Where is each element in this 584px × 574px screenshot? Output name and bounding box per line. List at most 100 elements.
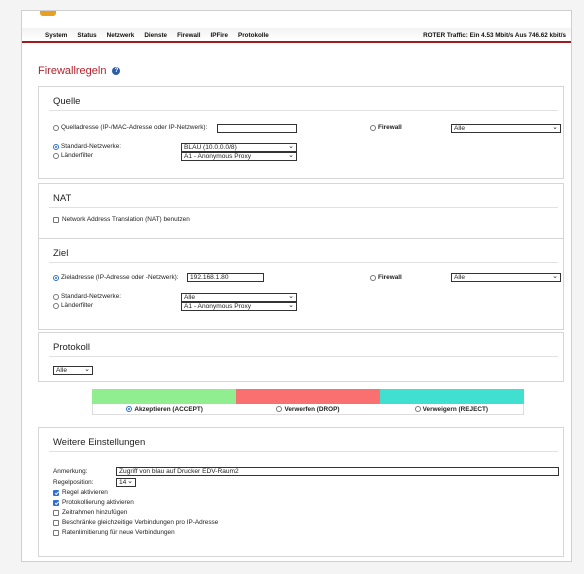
action-color-bar — [92, 389, 524, 404]
accept-color-band — [92, 389, 236, 404]
divider — [49, 262, 558, 263]
source-address-option[interactable]: Quelladresse (IP-/MAC-Adresse oder IP-Ne… — [53, 124, 207, 131]
radio-selected-icon[interactable] — [53, 143, 59, 150]
country-filter-option[interactable]: Länderfilter — [53, 152, 93, 159]
menu-item-firewall[interactable]: Firewall — [177, 32, 200, 39]
target-address-option[interactable]: Zieladresse (IP-Adresse oder -Netzwerk): — [53, 274, 179, 281]
radio-selected-icon[interactable] — [126, 406, 133, 412]
top-navigation: System Status Netzwerk Dienste Firewall … — [22, 11, 571, 43]
select-value: A1 - Anonymous Proxy — [184, 303, 252, 310]
position-select[interactable]: 14 ⌄ — [116, 478, 136, 487]
radio-icon[interactable] — [53, 302, 59, 309]
radio-icon[interactable] — [53, 124, 59, 131]
target-address-label: Zieladresse (IP-Adresse oder -Netzwerk): — [61, 274, 179, 281]
option-label: Protokollierung aktivieren — [62, 499, 134, 506]
source-panel: Quelle Quelladresse (IP-/MAC-Adresse ode… — [38, 86, 564, 179]
target-standard-networks-select[interactable]: Alle ⌄ — [181, 293, 297, 302]
accept-option[interactable]: Akzeptieren (ACCEPT) — [93, 404, 236, 414]
target-firewall-label: Firewall — [378, 274, 402, 281]
source-address-input[interactable] — [217, 124, 297, 133]
checkbox-checked-icon[interactable] — [53, 489, 59, 496]
advanced-settings-title: Weitere Einstellungen — [53, 437, 146, 448]
radio-icon[interactable] — [276, 406, 283, 412]
select-value: 14 — [119, 479, 127, 486]
protocol-panel: Protokoll Alle ⌄ — [38, 332, 564, 382]
menu-item-ipfire[interactable]: IPFire — [211, 32, 229, 39]
nat-option[interactable]: Network Address Translation (NAT) benutz… — [53, 216, 190, 223]
source-firewall-select[interactable]: Alle ⌄ — [451, 124, 561, 133]
radio-icon[interactable] — [370, 124, 376, 131]
target-address-input[interactable]: 192.168.1.80 — [187, 273, 264, 282]
traffic-status: ROTER Traffic: Ein 4.53 Mbit/s Aus 746.6… — [423, 32, 566, 39]
main-menu: System Status Netzwerk Dienste Firewall … — [45, 32, 279, 39]
chevron-down-icon: ⌄ — [288, 152, 294, 159]
page-title: Firewallregeln — [38, 65, 107, 77]
select-value: Alle — [454, 274, 465, 281]
menu-item-dienste[interactable]: Dienste — [144, 32, 167, 39]
checkbox-icon[interactable] — [53, 529, 59, 536]
reject-label: Verweigern (REJECT) — [422, 405, 488, 413]
standard-networks-label: Standard-Netzwerke: — [61, 143, 122, 150]
nat-panel: NAT Network Address Translation (NAT) be… — [38, 183, 564, 240]
reject-color-band — [380, 389, 524, 404]
drop-label: Verwerfen (DROP) — [284, 405, 340, 413]
help-icon[interactable]: ? — [112, 67, 121, 75]
reject-option[interactable]: Verweigern (REJECT) — [380, 404, 523, 414]
menu-item-status[interactable]: Status — [77, 32, 96, 39]
target-country-filter-label: Länderfilter — [61, 302, 93, 309]
menu-item-system[interactable]: System — [45, 32, 67, 39]
drop-option[interactable]: Verwerfen (DROP) — [236, 404, 379, 414]
option-label: Regel aktivieren — [62, 489, 108, 496]
divider — [49, 207, 558, 208]
nat-label: Network Address Translation (NAT) benutz… — [62, 216, 190, 223]
standard-networks-option[interactable]: Standard-Netzwerke: — [53, 143, 121, 150]
radio-icon[interactable] — [414, 406, 421, 412]
option-enable-rule[interactable]: Regel aktivieren — [53, 489, 108, 496]
target-country-filter-select[interactable]: A1 - Anonymous Proxy ⌄ — [181, 302, 297, 311]
protocol-select[interactable]: Alle ⌄ — [53, 366, 93, 375]
accept-label: Akzeptieren (ACCEPT) — [134, 405, 203, 413]
source-address-label: Quelladresse (IP-/MAC-Adresse oder IP-Ne… — [61, 124, 208, 131]
target-firewall-option[interactable]: Firewall — [370, 274, 402, 281]
source-panel-title: Quelle — [53, 96, 81, 107]
checkbox-icon[interactable] — [53, 216, 59, 223]
option-timeframe[interactable]: Zeitrahmen hinzufügen — [53, 509, 127, 516]
chevron-down-icon: ⌄ — [288, 143, 294, 150]
menu-item-protokolle[interactable]: Protokolle — [238, 32, 269, 39]
radio-icon[interactable] — [53, 293, 59, 300]
chevron-down-icon: ⌄ — [127, 478, 133, 485]
remark-label: Anmerkung: — [53, 468, 88, 475]
option-connection-limit[interactable]: Beschränke gleichzeitige Verbindungen pr… — [53, 519, 218, 526]
radio-icon[interactable] — [370, 274, 376, 281]
position-label: Regelposition: — [53, 479, 94, 486]
option-label: Zeitrahmen hinzufügen — [62, 509, 128, 516]
page-title-wrap: Firewallregeln ? — [38, 65, 121, 77]
remark-input[interactable]: Zugriff von blau auf Drucker EDV-Raum2 — [116, 467, 559, 476]
country-filter-select[interactable]: A1 - Anonymous Proxy ⌄ — [181, 152, 297, 161]
chevron-down-icon: ⌄ — [288, 302, 294, 309]
target-firewall-select[interactable]: Alle ⌄ — [451, 273, 561, 282]
checkbox-checked-icon[interactable] — [53, 499, 59, 506]
select-value: A1 - Anonymous Proxy — [184, 153, 252, 160]
source-firewall-option[interactable]: Firewall — [370, 124, 402, 131]
target-country-filter-option[interactable]: Länderfilter — [53, 302, 93, 309]
chevron-down-icon: ⌄ — [84, 366, 90, 373]
checkbox-icon[interactable] — [53, 519, 59, 526]
target-standard-networks-label: Standard-Netzwerke: — [61, 293, 122, 300]
menu-item-netzwerk[interactable]: Netzwerk — [107, 32, 135, 39]
divider — [49, 451, 558, 452]
browser-frame: System Status Netzwerk Dienste Firewall … — [21, 10, 572, 562]
divider — [49, 356, 558, 357]
radio-selected-icon[interactable] — [53, 274, 59, 281]
radio-icon[interactable] — [53, 152, 59, 159]
checkbox-icon[interactable] — [53, 509, 59, 516]
protocol-panel-title: Protokoll — [53, 342, 90, 353]
standard-networks-select[interactable]: BLAU (10.0.0.0/8) ⌄ — [181, 143, 297, 152]
chevron-down-icon: ⌄ — [552, 273, 558, 280]
drop-color-band — [236, 389, 380, 404]
option-enable-logging[interactable]: Protokollierung aktivieren — [53, 499, 134, 506]
target-panel-title: Ziel — [53, 248, 69, 259]
target-standard-networks-option[interactable]: Standard-Netzwerke: — [53, 293, 121, 300]
option-rate-limit[interactable]: Ratenlimitierung für neue Verbindungen — [53, 529, 175, 536]
option-label: Ratenlimitierung für neue Verbindungen — [62, 529, 175, 536]
